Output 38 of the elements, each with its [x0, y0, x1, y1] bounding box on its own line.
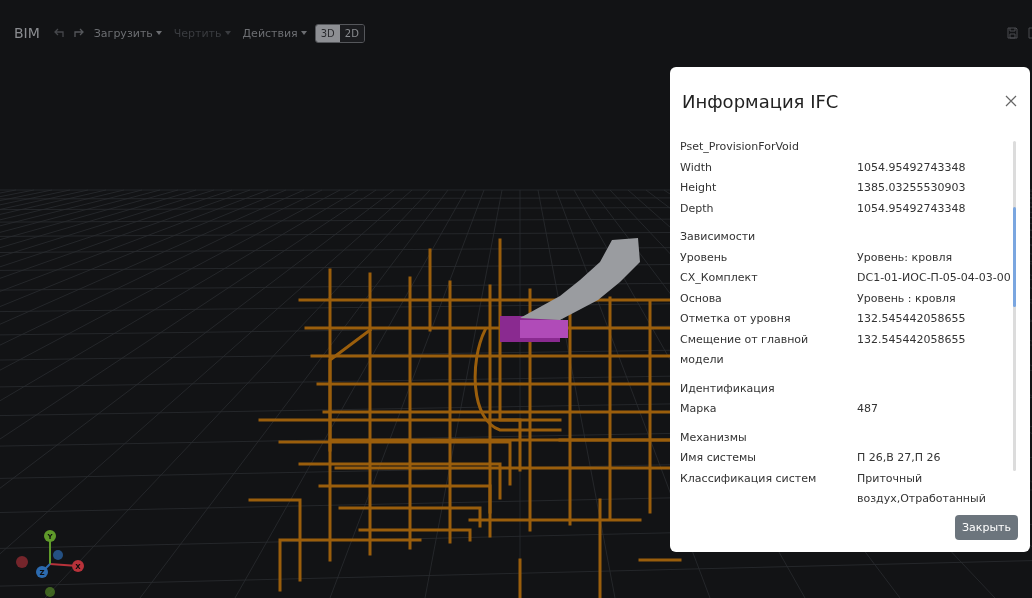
group-heading: Механизмы: [680, 429, 748, 446]
property-name: Имя системы: [680, 450, 758, 466]
undo-icon[interactable]: [53, 28, 66, 38]
menu-button[interactable]: Загрузить: [89, 26, 166, 40]
dialog-title: Информация IFC: [682, 90, 839, 112]
scrollbar[interactable]: [1013, 141, 1016, 471]
property-name: Основа: [680, 290, 723, 307]
group-heading: Зависимости: [680, 229, 757, 245]
close-button[interactable]: Закрыть: [955, 515, 1018, 540]
property-value: 1054.95492743348: [857, 159, 967, 176]
property-value: Уровень: кровля: [857, 249, 954, 266]
view-mode-toggle[interactable]: 2D: [339, 24, 364, 42]
property-name: Width: [680, 159, 713, 176]
property-name: СХ_Комплект: [680, 270, 759, 286]
property-value: 132.545442058655: [857, 331, 967, 348]
group-heading: Pset_ProvisionForVoid: [680, 139, 800, 155]
property-name: Смещение от главной модели: [680, 331, 810, 368]
property-value: П 26,В 27,П 26: [857, 450, 942, 466]
property-name: Классификация систем: [680, 470, 818, 487]
menu-button[interactable]: Действия: [238, 26, 311, 40]
property-value: 1054.95492743348: [857, 200, 967, 217]
save-icon[interactable]: [1007, 27, 1018, 39]
property-name: Depth: [680, 200, 715, 217]
property-value: Уровень : кровля: [857, 290, 957, 307]
property-name: Уровень: [680, 249, 729, 266]
property-value: 1385.03255530903: [857, 180, 967, 196]
property-value: 487: [857, 401, 879, 417]
view-mode-toggle[interactable]: 3D: [315, 24, 340, 42]
property-name: Марка: [680, 401, 718, 417]
redo-icon[interactable]: [71, 28, 84, 38]
app-logo: BIM: [14, 25, 40, 41]
property-value: Приточный воздух,Отработанный: [857, 470, 987, 507]
property-name: Height: [680, 180, 718, 196]
close-icon[interactable]: [1004, 94, 1018, 108]
property-value: 132.545442058655: [857, 311, 967, 327]
group-heading: Идентификация: [680, 380, 776, 397]
property-name: Отметка от уровня: [680, 311, 792, 327]
property-value: DC1-01-ИОС-П-05-04-03-00: [857, 270, 1012, 286]
